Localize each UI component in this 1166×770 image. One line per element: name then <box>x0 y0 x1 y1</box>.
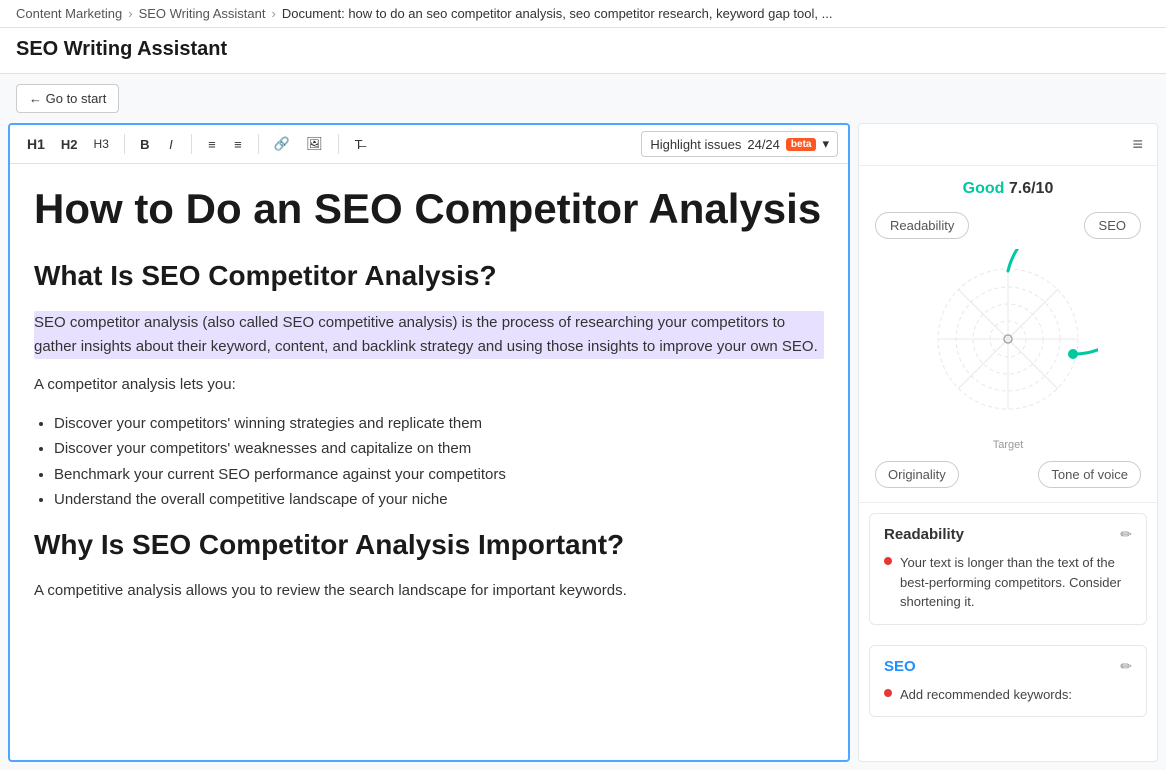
editor-toolbar: H1 H2 H3 B I ≡ ≡ 🔗 🖼 T̶ Highl <box>10 125 848 164</box>
sep-1 <box>124 134 125 154</box>
seo-card-item: Add recommended keywords: <box>884 685 1132 705</box>
beta-badge: beta <box>786 138 817 151</box>
doc-h1: How to Do an SEO Competitor Analysis <box>34 184 824 234</box>
score-bottom-tabs: Originality Tone of voice <box>875 461 1141 488</box>
breadcrumb-link-seo-writing[interactable]: SEO Writing Assistant <box>139 6 266 21</box>
score-section: Good 7.6/10 Readability SEO <box>859 166 1157 503</box>
radar-chart <box>918 249 1098 429</box>
score-label: Good 7.6/10 <box>963 180 1054 198</box>
red-dot-icon-2 <box>884 689 892 697</box>
readability-card-title: Readability <box>884 526 964 543</box>
list-item: Discover your competitors' weaknesses an… <box>54 436 824 462</box>
target-label: Target <box>993 439 1024 451</box>
readability-card: Readability ✏ Your text is longer than t… <box>869 513 1147 625</box>
score-good-text: Good <box>963 180 1005 197</box>
link-button[interactable]: 🔗 <box>267 132 297 156</box>
list-item: Discover your competitors' winning strat… <box>54 411 824 437</box>
highlight-count: 24/24 <box>747 137 780 152</box>
list-item: Understand the overall competitive lands… <box>54 487 824 513</box>
score-max: /10 <box>1031 180 1053 197</box>
tab-originality[interactable]: Originality <box>875 461 959 488</box>
toolbar-bar: ← Go to start <box>0 74 1166 123</box>
doc-h2-1: What Is SEO Competitor Analysis? <box>34 258 824 294</box>
editor-panel: H1 H2 H3 B I ≡ ≡ 🔗 🖼 T̶ Highl <box>8 123 850 762</box>
doc-p1: SEO competitor analysis (also called SEO… <box>34 311 824 359</box>
unordered-list-button[interactable]: ≡ <box>226 133 250 156</box>
breadcrumb-link-content-marketing[interactable]: Content Marketing <box>16 6 122 21</box>
red-dot-icon <box>884 557 892 565</box>
sep-2 <box>191 134 192 154</box>
seo-card: SEO ✏ Add recommended keywords: <box>869 645 1147 718</box>
insert-group: 🔗 🖼 <box>267 132 330 156</box>
doc-bullet-list: Discover your competitors' winning strat… <box>54 411 824 513</box>
panel-menu-button[interactable]: ≡ <box>1132 134 1143 155</box>
list-item: Benchmark your current SEO performance a… <box>54 462 824 488</box>
h1-button[interactable]: H1 <box>20 132 52 156</box>
seo-card-header: SEO ✏ <box>884 658 1132 675</box>
main-layout: H1 H2 H3 B I ≡ ≡ 🔗 🖼 T̶ Highl <box>0 123 1166 770</box>
sep-3 <box>258 134 259 154</box>
readability-item-text: Your text is longer than the text of the… <box>900 553 1132 612</box>
dropdown-arrow: ▾ <box>822 136 829 152</box>
italic-button[interactable]: I <box>159 133 183 156</box>
breadcrumb-sep-1: › <box>128 6 132 21</box>
doc-p3: A competitive analysis allows you to rev… <box>34 579 824 603</box>
go-to-start-button[interactable]: ← Go to start <box>16 84 119 113</box>
image-button[interactable]: 🖼 <box>299 132 330 156</box>
page-title: SEO Writing Assistant <box>16 38 1150 61</box>
doc-h2-2: Why Is SEO Competitor Analysis Important… <box>34 527 824 563</box>
clear-format-button[interactable]: T̶ <box>347 133 371 156</box>
tab-tone-of-voice[interactable]: Tone of voice <box>1038 461 1141 488</box>
h3-button[interactable]: H3 <box>87 133 116 155</box>
panel-header: ≡ <box>859 124 1157 166</box>
doc-p2: A competitor analysis lets you: <box>34 373 824 397</box>
h2-button[interactable]: H2 <box>54 133 85 156</box>
bold-button[interactable]: B <box>133 133 157 156</box>
readability-card-item: Your text is longer than the text of the… <box>884 553 1132 612</box>
highlight-issues-button[interactable]: Highlight issues 24/24 beta ▾ <box>641 131 838 157</box>
highlight-issues-label: Highlight issues <box>650 137 741 152</box>
seo-edit-button[interactable]: ✏ <box>1120 658 1132 675</box>
list-group: ≡ ≡ <box>200 133 250 156</box>
editor-content[interactable]: How to Do an SEO Competitor Analysis Wha… <box>10 164 848 760</box>
breadcrumb-current: Document: how to do an seo competitor an… <box>282 6 833 21</box>
tab-readability[interactable]: Readability <box>875 212 969 239</box>
tab-seo[interactable]: SEO <box>1084 212 1141 239</box>
seo-card-title: SEO <box>884 658 916 675</box>
format-group: B I <box>133 133 183 156</box>
heading-group: H1 H2 H3 <box>20 132 116 156</box>
readability-edit-button[interactable]: ✏ <box>1120 526 1132 543</box>
seo-item-text: Add recommended keywords: <box>900 685 1072 705</box>
page-header: SEO Writing Assistant <box>0 28 1166 74</box>
right-panel: ≡ Good 7.6/10 Readability SEO <box>858 123 1158 762</box>
ordered-list-button[interactable]: ≡ <box>200 133 224 156</box>
score-tabs: Readability SEO <box>875 212 1141 239</box>
breadcrumb-sep-2: › <box>272 6 276 21</box>
readability-card-header: Readability ✏ <box>884 526 1132 543</box>
score-number: 7.6 <box>1009 180 1031 197</box>
breadcrumb: Content Marketing › SEO Writing Assistan… <box>0 0 1166 28</box>
sep-4 <box>338 134 339 154</box>
